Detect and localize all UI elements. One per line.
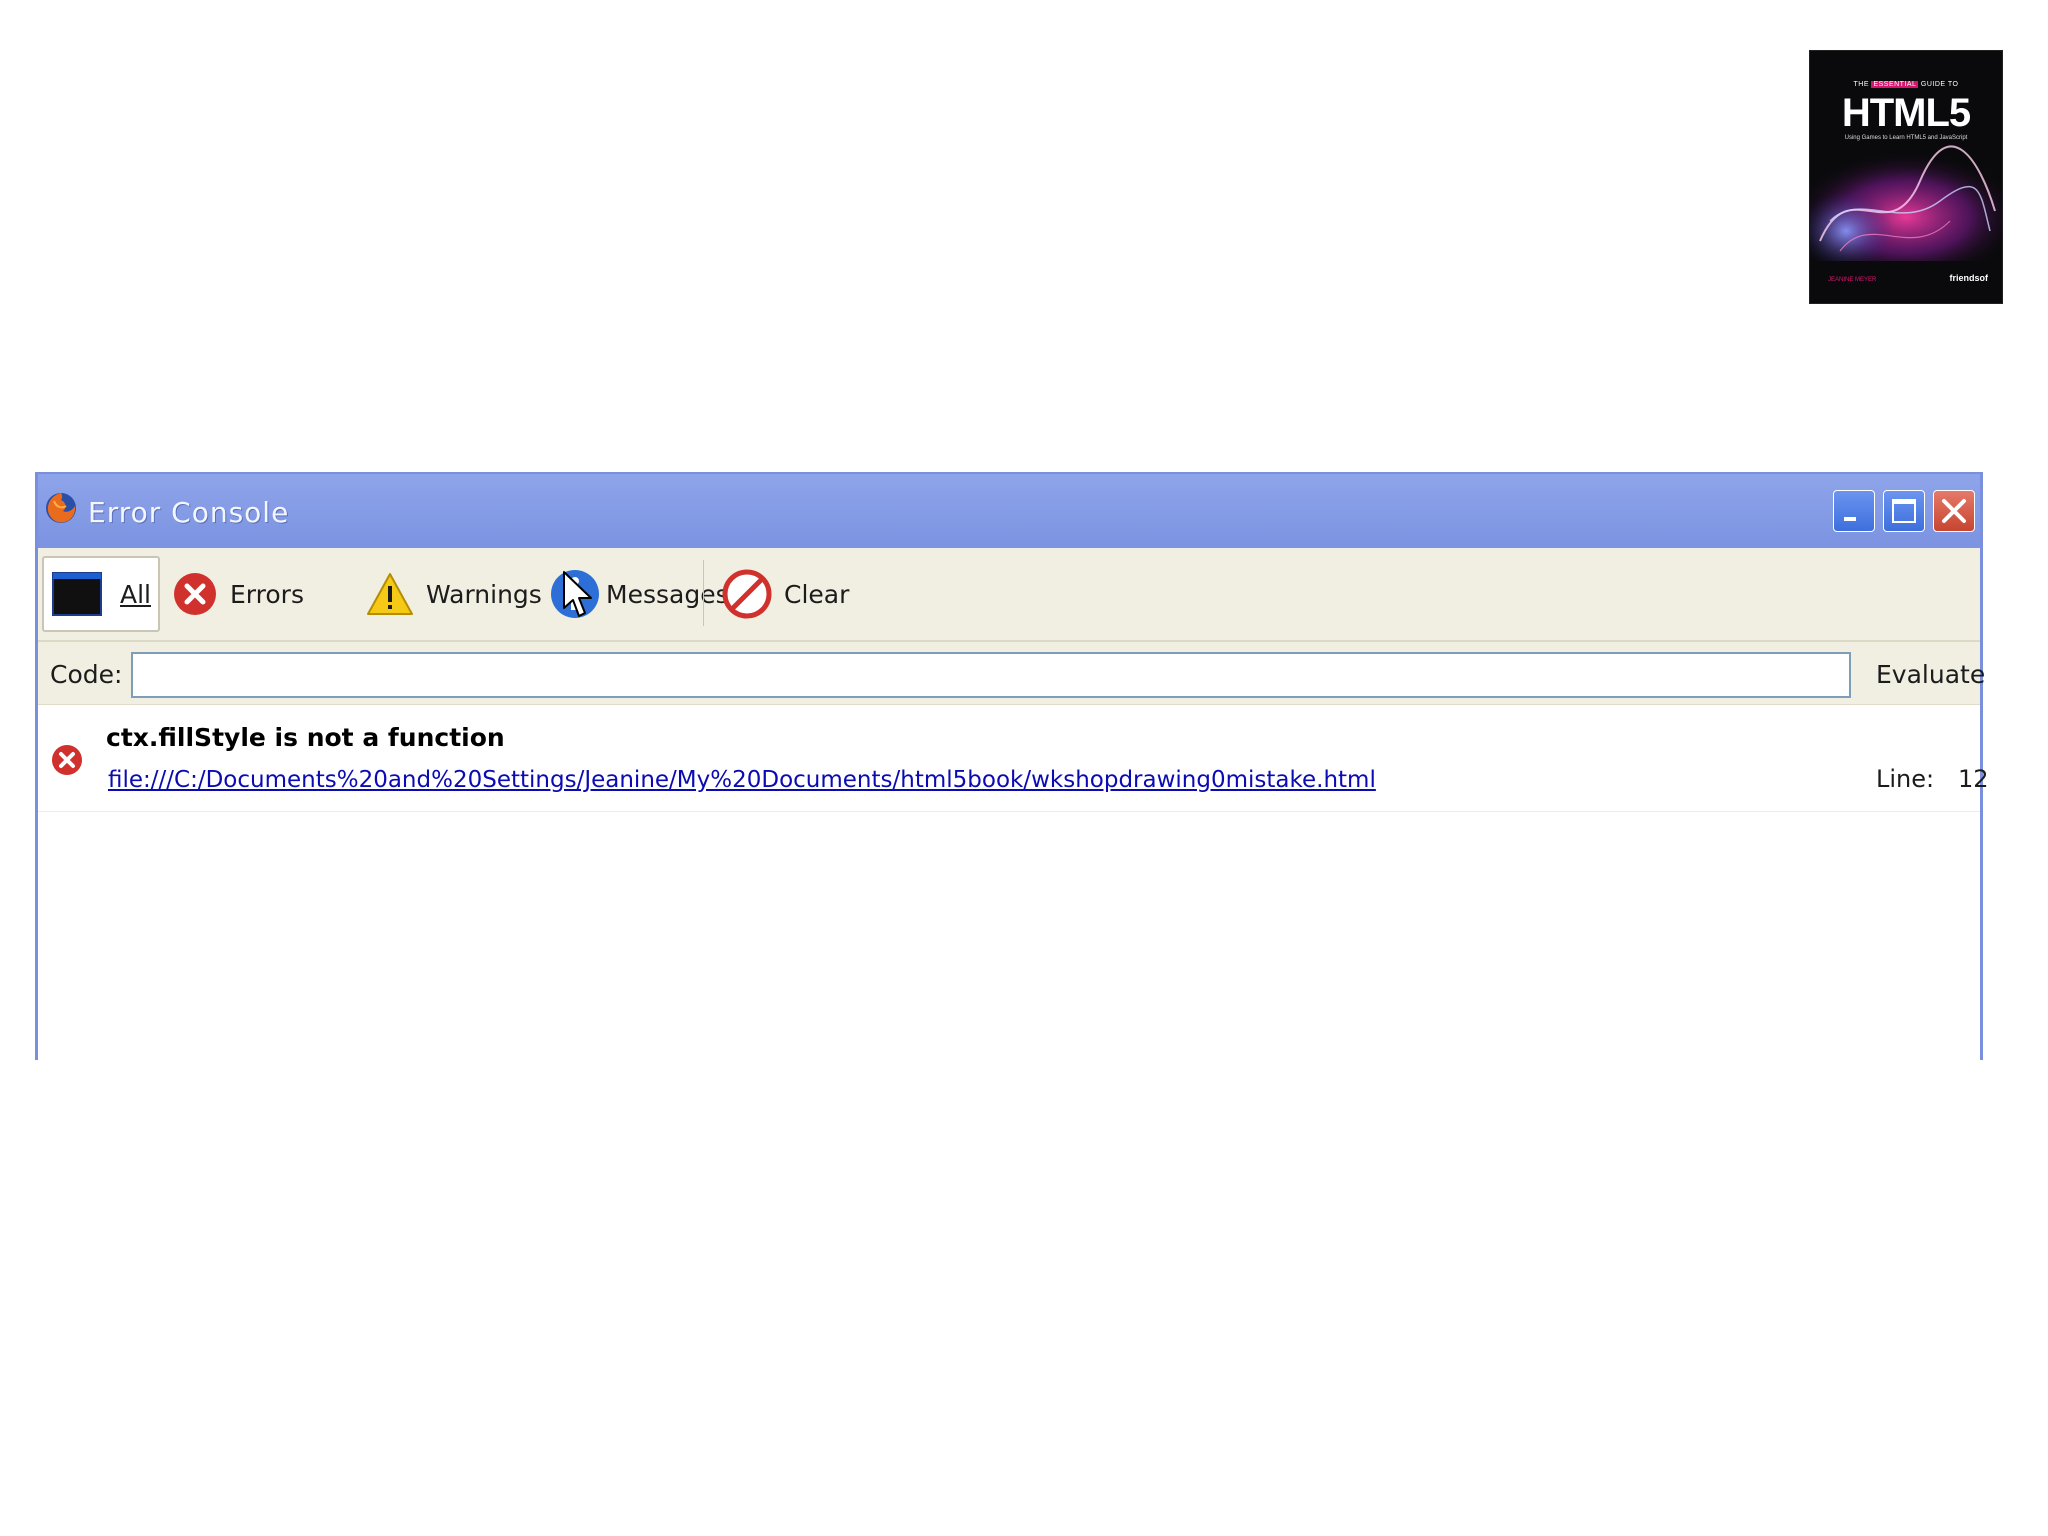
filter-all-label: All — [120, 579, 151, 609]
maximize-button[interactable] — [1883, 490, 1925, 532]
filter-warnings-button[interactable]: Warnings — [366, 556, 542, 632]
filter-errors-button[interactable]: Errors — [172, 556, 304, 632]
book-cover: THE ESSENTIAL GUIDE TO HTML5 Using Games… — [1810, 51, 2002, 303]
console-entry[interactable]: ctx.fillStyle is not a function file:///… — [38, 705, 1989, 812]
console-window-icon — [52, 572, 102, 616]
window-title: Error Console — [88, 496, 290, 529]
close-button[interactable] — [1933, 490, 1975, 532]
book-author: JEANINE MEYER — [1828, 277, 1877, 283]
code-row: Code: Evaluate — [38, 642, 1985, 705]
book-publisher: friendsof — [1949, 273, 1988, 283]
title-bar[interactable]: Error Console — [38, 474, 1980, 548]
filter-all-button[interactable]: All — [42, 556, 160, 632]
code-label: Code: — [50, 660, 123, 689]
filter-messages-label: Messages — [606, 579, 729, 609]
line-label: Line: — [1876, 765, 1935, 793]
firefox-icon — [46, 493, 76, 523]
filter-warnings-label: Warnings — [426, 579, 542, 609]
mouse-cursor-icon — [563, 571, 592, 617]
code-input[interactable] — [131, 652, 1851, 698]
toolbar-separator — [703, 560, 704, 626]
error-message: ctx.fillStyle is not a function — [106, 723, 505, 752]
evaluate-button[interactable]: Evaluate — [1876, 660, 1985, 689]
filter-errors-label: Errors — [230, 579, 304, 609]
minimize-button[interactable] — [1833, 490, 1875, 532]
close-icon — [1942, 499, 1966, 523]
error-source-link[interactable]: file:///C:/Documents%20and%20Settings/Je… — [108, 767, 1376, 793]
book-cover-art — [1810, 145, 2002, 261]
error-icon — [174, 573, 216, 615]
line-number: 12 — [1958, 765, 1989, 793]
minimize-icon — [1844, 517, 1856, 521]
clear-label: Clear — [784, 579, 850, 609]
book-title: HTML5 — [1841, 91, 1971, 135]
book-subtitle: Using Games to Learn HTML5 and JavaScrip… — [1844, 135, 1968, 141]
clear-icon — [722, 569, 772, 619]
maximize-icon — [1892, 499, 1916, 523]
warning-icon — [367, 573, 413, 615]
console-toolbar: All Errors Warnings Messages Clear — [38, 548, 1980, 642]
error-icon — [52, 745, 82, 775]
book-banner: THE ESSENTIAL GUIDE TO — [1853, 81, 1959, 88]
error-console-window: Error Console All Errors Warnings Messag… — [35, 472, 1989, 1060]
clear-button[interactable]: Clear — [722, 556, 849, 632]
